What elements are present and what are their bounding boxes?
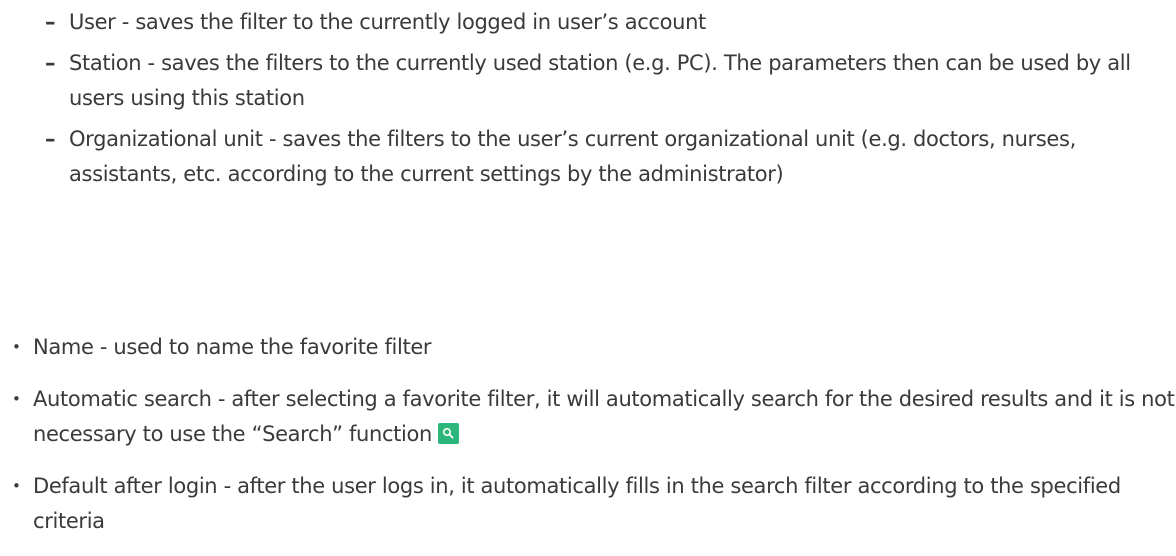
search-icon [438, 423, 459, 444]
list-item-text: Station - saves the filters to the curre… [69, 51, 1131, 110]
list-item-station: – Station - saves the filters to the cur… [0, 46, 1176, 116]
list-item-default-after-login: • Default after login - after the user l… [0, 469, 1176, 539]
list-item-text: Organizational unit - saves the filters … [69, 127, 1076, 186]
list-item-automatic-search: • Automatic search - after selecting a f… [0, 382, 1176, 452]
document-page: – User - saves the filter to the current… [0, 0, 1176, 533]
dash-marker: – [45, 10, 56, 34]
list-item-user: – User - saves the filter to the current… [0, 5, 1176, 40]
dash-marker: – [45, 127, 56, 151]
list-item-name: • Name - used to name the favorite filte… [0, 330, 1176, 365]
save-scope-list: – User - saves the filter to the current… [0, 5, 1176, 198]
bullet-marker: • [12, 390, 21, 408]
list-item-text: User - saves the filter to the currently… [69, 10, 706, 34]
list-item-organizational-unit: – Organizational unit - saves the filter… [0, 122, 1176, 192]
bullet-marker: • [12, 477, 21, 495]
list-item-text: Automatic search - after selecting a fav… [33, 387, 1175, 446]
bullet-marker: • [12, 338, 21, 356]
filter-options-list: • Name - used to name the favorite filte… [0, 330, 1176, 556]
dash-marker: – [45, 51, 56, 75]
list-item-text: Name - used to name the favorite filter [33, 335, 432, 359]
list-item-text: Default after login - after the user log… [33, 474, 1121, 533]
